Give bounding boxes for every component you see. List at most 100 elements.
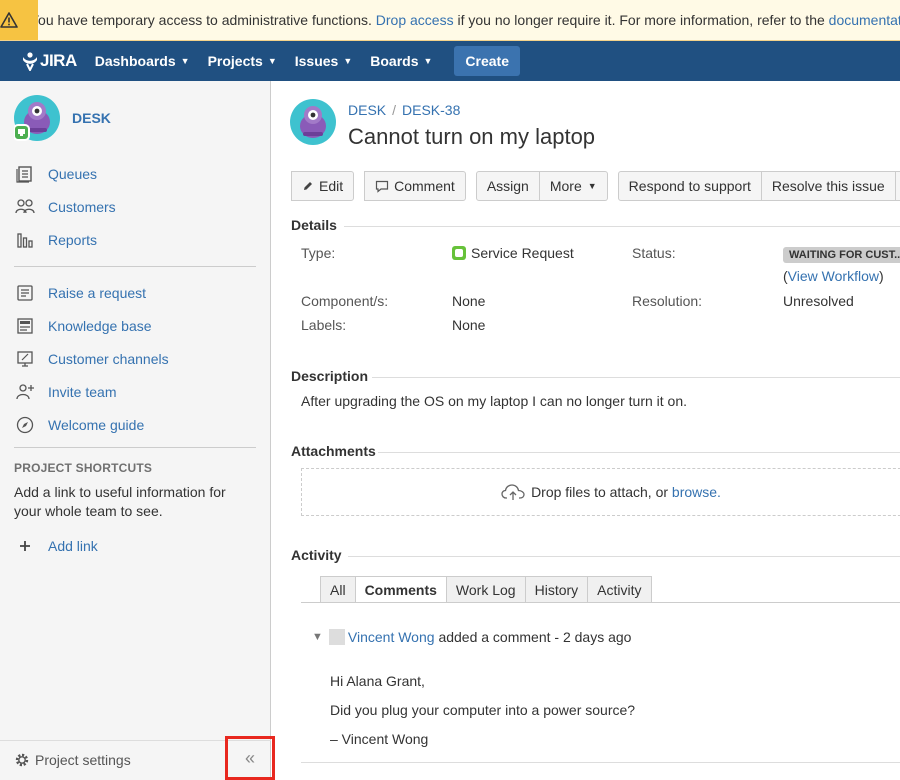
edit-button[interactable]: Edit <box>291 171 355 201</box>
drop-access-link[interactable]: Drop access <box>376 12 454 28</box>
service-request-icon <box>452 246 466 260</box>
nav-dashboards[interactable]: Dashboards ▼ <box>95 53 190 69</box>
nav-boards[interactable]: Boards ▼ <box>370 53 432 69</box>
activity-divider <box>348 556 900 557</box>
collapse-sidebar-icon: « <box>244 747 255 768</box>
comment-author-link[interactable]: Vincent Wong <box>348 629 435 645</box>
workflow-button-truncated[interactable]: W <box>895 171 900 201</box>
tab-comments[interactable]: Comments <box>354 576 446 603</box>
nav-projects[interactable]: Projects ▼ <box>208 53 277 69</box>
labels-value: None <box>452 317 486 333</box>
customers-icon <box>14 196 36 218</box>
project-name: DESK <box>72 110 111 126</box>
add-link-button[interactable]: Add link <box>14 534 98 558</box>
type-value-text: Service Request <box>471 245 574 261</box>
banner-text: You have temporary access to administrat… <box>18 12 900 28</box>
nav-projects-label: Projects <box>207 53 263 69</box>
sidebar-item-raise-request-label: Raise a request <box>48 285 147 301</box>
tab-history[interactable]: History <box>524 576 588 603</box>
compass-icon <box>14 414 36 436</box>
plus-icon <box>14 535 36 557</box>
assign-button[interactable]: Assign <box>475 171 540 201</box>
breadcrumb-separator: / <box>392 102 397 118</box>
chevron-down-icon: ▼ <box>180 56 190 66</box>
description-divider <box>372 377 900 378</box>
tab-all[interactable]: All <box>320 576 355 603</box>
sidebar-item-invite-team-label: Invite team <box>48 384 117 400</box>
comment-line: Did you plug your computer into a power … <box>330 702 636 718</box>
comment-line: – Vincent Wong <box>330 731 429 747</box>
issue-title[interactable]: Cannot turn on my laptop <box>348 124 595 150</box>
type-value: Service Request <box>452 245 574 261</box>
sidebar-item-welcome-guide-label: Welcome guide <box>48 417 145 433</box>
breadcrumb-issue-key[interactable]: DESK-38 <box>402 102 460 118</box>
project-header[interactable]: DESK <box>14 95 111 141</box>
chevron-down-icon[interactable]: ▼ <box>312 631 323 643</box>
sidebar-item-welcome-guide[interactable]: Welcome guide <box>14 413 144 437</box>
jira-logo-icon <box>23 52 37 71</box>
sidebar-item-queues-label: Queues <box>48 166 98 182</box>
type-label: Type: <box>301 245 336 261</box>
documentation-link[interactable]: documentation <box>829 12 900 28</box>
attachment-dropzone[interactable]: Drop files to attach, or browse. <box>301 468 900 516</box>
details-divider <box>344 226 900 227</box>
project-settings-link[interactable]: Project settings <box>14 752 131 768</box>
breadcrumb-project[interactable]: DESK <box>348 102 386 118</box>
issue-view: DESK / DESK-38 Cannot turn on my laptop Ed… <box>272 81 900 780</box>
warning-icon <box>0 12 18 28</box>
breadcrumb: DESK / DESK-38 <box>348 102 460 118</box>
activity-heading: Activity <box>291 547 342 563</box>
queues-icon <box>14 163 36 185</box>
resolve-issue-button[interactable]: Resolve this issue <box>761 171 896 201</box>
chevron-down-icon: ▼ <box>267 56 277 66</box>
nav-issues-label: Issues <box>294 53 339 69</box>
comment-label: Comment <box>394 178 455 194</box>
activity-tabs: All Comments Work Log History Activity <box>320 576 652 603</box>
nav-issues[interactable]: Issues ▼ <box>295 53 353 69</box>
sidebar-item-reports-label: Reports <box>48 232 98 248</box>
collapse-sidebar-button[interactable]: « <box>225 736 275 780</box>
view-workflow: (View Workflow) <box>783 268 884 284</box>
knowledge-base-icon <box>14 315 36 337</box>
respond-to-support-button[interactable]: Respond to support <box>617 171 762 201</box>
project-sidebar: DESK Queues Customers Reports Raise a re… <box>0 81 275 780</box>
sidebar-item-customers-label: Customers <box>48 199 116 215</box>
resolution-value: Unresolved <box>783 293 854 309</box>
comment-header: ▼ Vincent Wong added a comment - 2 days … <box>312 629 631 645</box>
sidebar-item-reports[interactable]: Reports <box>14 228 97 252</box>
tabs-underline <box>301 602 900 603</box>
add-link-label: Add link <box>48 538 98 554</box>
details-heading: Details <box>291 217 337 233</box>
project-shortcuts-heading: PROJECT SHORTCUTS <box>14 461 153 475</box>
chevron-down-icon: ▼ <box>587 181 597 191</box>
create-button[interactable]: Create <box>454 46 521 76</box>
cloud-upload-icon <box>501 484 525 500</box>
status-label: Status: <box>632 245 676 261</box>
comment-line: Hi Alana Grant, <box>330 673 425 689</box>
sidebar-divider <box>14 266 256 267</box>
banner-text-after: if you no longer require it. For more in… <box>457 12 825 28</box>
gear-icon <box>15 753 29 767</box>
comment-button[interactable]: Comment <box>364 171 466 201</box>
project-avatar-icon <box>14 95 60 141</box>
more-button[interactable]: More ▼ <box>539 171 608 201</box>
tab-work-log[interactable]: Work Log <box>445 576 525 603</box>
sidebar-item-raise-request[interactable]: Raise a request <box>14 281 146 305</box>
workflow-close-paren: ) <box>878 268 884 284</box>
project-shortcuts-text: Add a link to useful information for you… <box>14 484 226 519</box>
sidebar-item-knowledge-base-label: Knowledge base <box>48 318 152 334</box>
view-workflow-link[interactable]: View Workflow <box>788 268 879 284</box>
sidebar-item-knowledge-base[interactable]: Knowledge base <box>14 314 152 338</box>
sidebar-item-invite-team[interactable]: Invite team <box>14 380 116 404</box>
nav-dashboards-label: Dashboards <box>94 53 176 69</box>
sidebar-item-customers[interactable]: Customers <box>14 195 116 219</box>
issue-toolbar: Edit Comment Assign More ▼ Respond to sup… <box>291 171 900 201</box>
browse-link[interactable]: browse. <box>672 484 721 500</box>
tab-activity[interactable]: Activity <box>587 576 652 603</box>
description-heading: Description <box>291 368 369 384</box>
resolution-label: Resolution: <box>632 293 703 309</box>
sidebar-item-queues[interactable]: Queues <box>14 162 97 186</box>
sidebar-item-customer-channels-label: Customer channels <box>48 351 169 367</box>
jira-logo[interactable]: JIRA <box>20 51 77 71</box>
sidebar-item-customer-channels[interactable]: Customer channels <box>14 347 169 371</box>
